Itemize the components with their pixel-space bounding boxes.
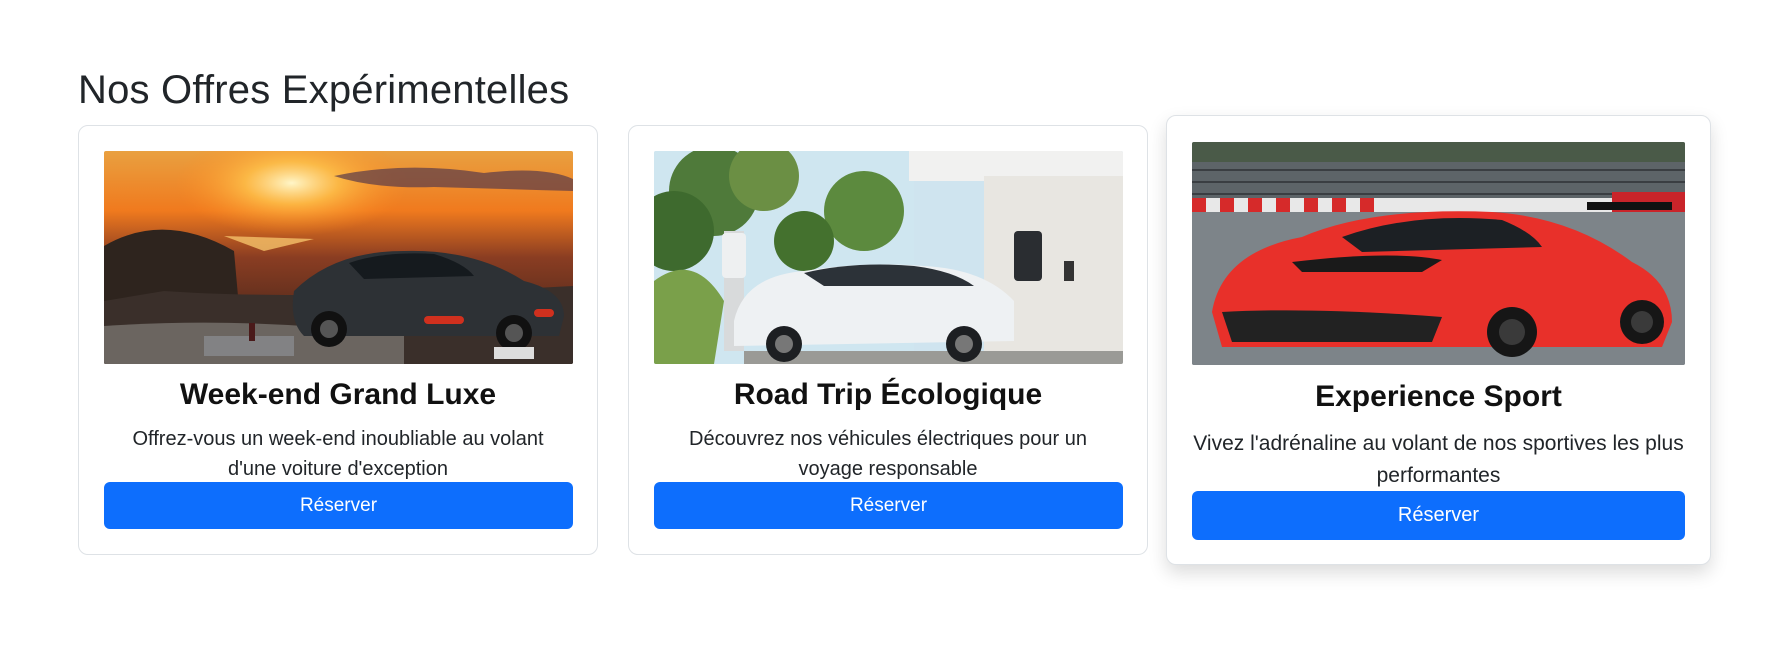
offer-card-road-trip-eco: Road Trip Écologique Découvrez nos véhic…	[628, 125, 1148, 555]
reserve-button-weekend-luxe[interactable]: Réserver	[104, 482, 573, 529]
offer-title: Experience Sport	[1315, 380, 1562, 413]
offer-description: Découvrez nos véhicules électriques pour…	[689, 428, 1087, 480]
offer-description: Vivez l'adrénaline au volant de nos spor…	[1193, 432, 1684, 487]
offer-image-experience-sport	[1192, 142, 1685, 365]
offer-description: Offrez-vous un week-end inoubliable au v…	[132, 428, 544, 480]
section-title: Nos Offres Expérimentelles	[78, 68, 570, 112]
offer-image-weekend-luxe	[104, 151, 573, 364]
offer-card-experience-sport: Experience Sport Vivez l'adrénaline au v…	[1166, 115, 1711, 565]
offer-card-weekend-luxe: Week-end Grand Luxe Offrez-vous un week-…	[78, 125, 598, 555]
offer-title: Road Trip Écologique	[733, 378, 1043, 411]
offer-title: Week-end Grand Luxe	[179, 378, 497, 411]
reserve-button-road-trip-eco[interactable]: Réserver	[654, 482, 1123, 529]
offer-image-road-trip-eco	[654, 151, 1123, 364]
reserve-button-experience-sport[interactable]: Réserver	[1192, 491, 1685, 540]
